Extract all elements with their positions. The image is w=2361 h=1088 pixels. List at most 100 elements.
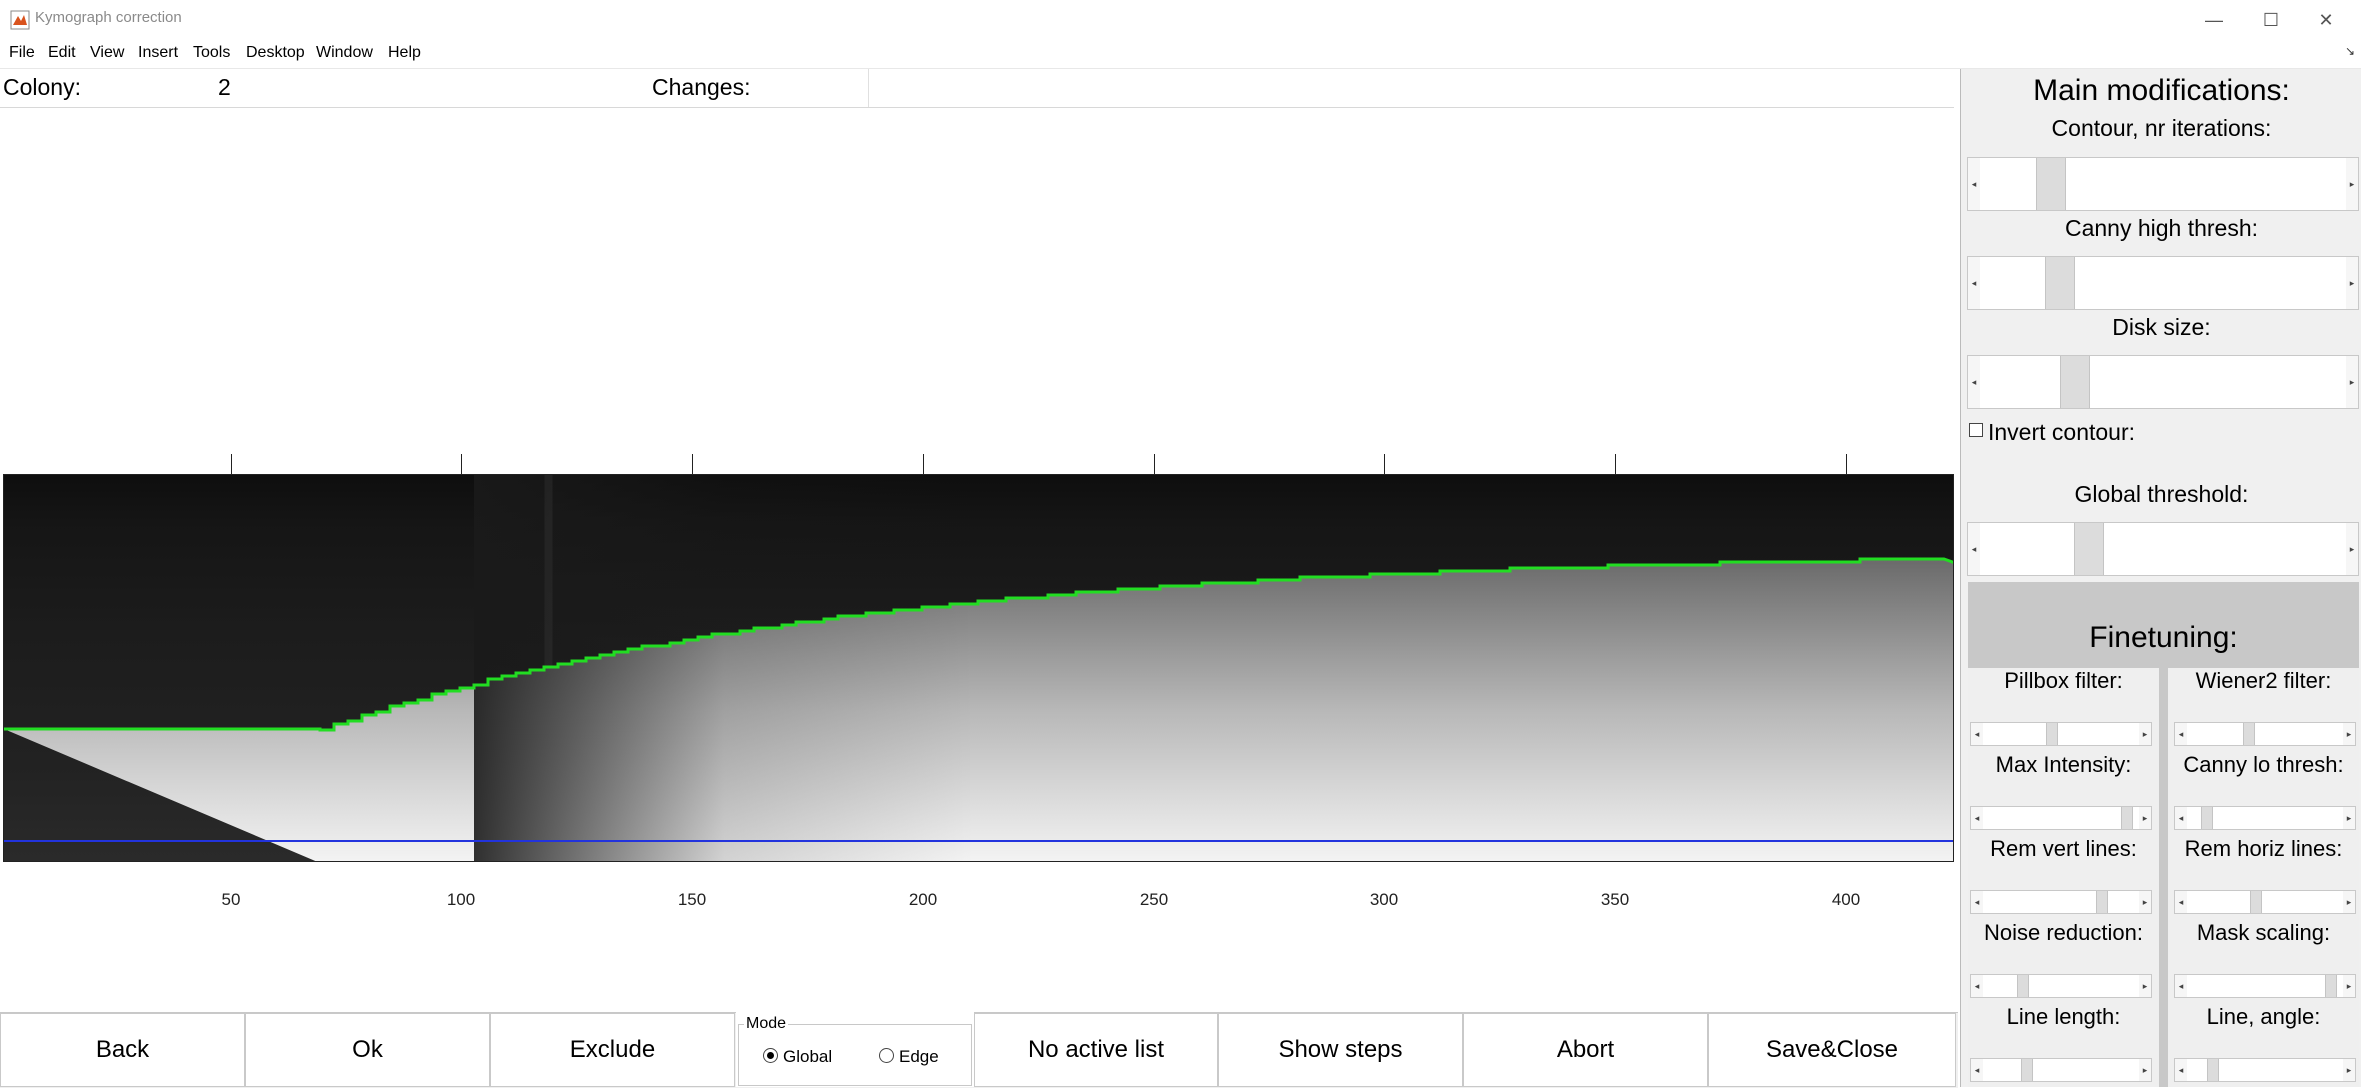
- slider-left-arrow[interactable]: ◂: [2175, 807, 2187, 829]
- line-angle-label: Line, angle:: [2206, 1004, 2321, 1029]
- slider-left-arrow[interactable]: ◂: [2175, 975, 2187, 997]
- slider-thumb[interactable]: [2201, 807, 2213, 829]
- slider-left-arrow[interactable]: ◂: [1968, 158, 1980, 210]
- x-tick: [923, 454, 924, 474]
- slider-right-arrow[interactable]: ▸: [2343, 891, 2355, 913]
- slider-right-arrow[interactable]: ▸: [2139, 891, 2151, 913]
- slider-right-arrow[interactable]: ▸: [2346, 158, 2358, 210]
- save-close-button[interactable]: Save&Close: [1708, 1013, 1956, 1087]
- mode-legend: Mode: [744, 1015, 789, 1033]
- rem-vert-slider[interactable]: ◂ ▸: [1970, 890, 2152, 914]
- slider-left-arrow[interactable]: ◂: [1971, 807, 1983, 829]
- plot-area: 50 100 150 200 250 300 350 400: [0, 108, 1958, 1010]
- minimize-button[interactable]: —: [2188, 4, 2240, 36]
- mode-group: Mode Global Edge: [736, 1012, 974, 1087]
- exclude-button[interactable]: Exclude: [490, 1013, 735, 1087]
- slider-thumb[interactable]: [2046, 723, 2058, 745]
- global-threshold-slider[interactable]: ◂ ▸: [1967, 522, 2359, 576]
- slider-right-arrow[interactable]: ▸: [2343, 975, 2355, 997]
- slider-right-arrow[interactable]: ▸: [2139, 807, 2151, 829]
- x-tick-label: 150: [677, 890, 707, 909]
- menu-bar: File Edit View Insert Tools Desktop Wind…: [0, 40, 2361, 69]
- matlab-icon: [10, 10, 30, 30]
- changes-field: [868, 69, 869, 107]
- mask-scaling-slider[interactable]: ◂ ▸: [2174, 974, 2356, 998]
- contour-iterations-slider[interactable]: ◂ ▸: [1967, 157, 2359, 211]
- slider-right-arrow[interactable]: ▸: [2343, 1059, 2355, 1081]
- no-active-list-button[interactable]: No active list: [974, 1013, 1218, 1087]
- abort-button[interactable]: Abort: [1463, 1013, 1708, 1087]
- maximize-button[interactable]: ☐: [2245, 4, 2297, 36]
- menu-insert[interactable]: Insert: [138, 44, 178, 62]
- slider-left-arrow[interactable]: ◂: [1971, 975, 1983, 997]
- slider-left-arrow[interactable]: ◂: [1971, 891, 1983, 913]
- kymograph-svg: [4, 475, 1953, 861]
- disk-size-slider[interactable]: ◂ ▸: [1967, 355, 2359, 409]
- menu-file[interactable]: File: [9, 44, 35, 62]
- colony-bar: Colony: 2 Changes:: [0, 69, 1954, 108]
- x-tick: [692, 454, 693, 474]
- disk-size-label: Disk size:: [2112, 314, 2211, 340]
- slider-left-arrow[interactable]: ◂: [1968, 523, 1980, 575]
- slider-right-arrow[interactable]: ▸: [2343, 723, 2355, 745]
- kymograph-image[interactable]: [3, 474, 1954, 862]
- menu-edit[interactable]: Edit: [48, 44, 76, 62]
- max-intensity-slider[interactable]: ◂ ▸: [1970, 806, 2152, 830]
- slider-left-arrow[interactable]: ◂: [1968, 356, 1980, 408]
- slider-thumb[interactable]: [2074, 523, 2104, 575]
- slider-thumb[interactable]: [2060, 356, 2090, 408]
- slider-right-arrow[interactable]: ▸: [2346, 356, 2358, 408]
- slider-thumb[interactable]: [2017, 975, 2029, 997]
- slider-right-arrow[interactable]: ▸: [2343, 807, 2355, 829]
- slider-right-arrow[interactable]: ▸: [2346, 523, 2358, 575]
- noise-reduction-slider[interactable]: ◂ ▸: [1970, 974, 2152, 998]
- slider-thumb[interactable]: [2036, 158, 2066, 210]
- close-button[interactable]: ✕: [2300, 4, 2352, 36]
- slider-thumb[interactable]: [2250, 891, 2262, 913]
- line-length-slider[interactable]: ◂ ▸: [1970, 1058, 2152, 1082]
- slider-left-arrow[interactable]: ◂: [1971, 723, 1983, 745]
- slider-left-arrow[interactable]: ◂: [2175, 891, 2187, 913]
- ok-button[interactable]: Ok: [245, 1013, 490, 1087]
- menu-window[interactable]: Window: [316, 44, 373, 62]
- wiener-slider[interactable]: ◂ ▸: [2174, 722, 2356, 746]
- show-steps-button[interactable]: Show steps: [1218, 1013, 1463, 1087]
- menu-tools[interactable]: Tools: [193, 44, 230, 62]
- slider-thumb[interactable]: [2045, 257, 2075, 309]
- canny-lo-slider[interactable]: ◂ ▸: [2174, 806, 2356, 830]
- menu-help[interactable]: Help: [388, 44, 421, 62]
- changes-label: Changes:: [652, 74, 751, 100]
- slider-left-arrow[interactable]: ◂: [1968, 257, 1980, 309]
- slider-left-arrow[interactable]: ◂: [1971, 1059, 1983, 1081]
- menu-desktop[interactable]: Desktop: [246, 44, 305, 62]
- title-bar: Kymograph correction — ☐ ✕: [0, 0, 2361, 40]
- slider-left-arrow[interactable]: ◂: [2175, 1059, 2187, 1081]
- slider-right-arrow[interactable]: ▸: [2139, 1059, 2151, 1081]
- pillbox-slider[interactable]: ◂ ▸: [1970, 722, 2152, 746]
- finetuning-title: Finetuning:: [2089, 621, 2238, 654]
- rem-horiz-slider[interactable]: ◂ ▸: [2174, 890, 2356, 914]
- window-title: Kymograph correction: [35, 9, 182, 26]
- dock-icon[interactable]: ↘: [2345, 44, 2355, 58]
- slider-thumb[interactable]: [2243, 723, 2255, 745]
- slider-thumb[interactable]: [2121, 807, 2133, 829]
- slider-right-arrow[interactable]: ▸: [2139, 975, 2151, 997]
- edge-radio[interactable]: [879, 1048, 894, 1063]
- slider-right-arrow[interactable]: ▸: [2346, 257, 2358, 309]
- line-angle-slider[interactable]: ◂ ▸: [2174, 1058, 2356, 1082]
- slider-thumb[interactable]: [2325, 975, 2337, 997]
- x-tick-label: 100: [446, 890, 476, 909]
- slider-thumb[interactable]: [2021, 1059, 2033, 1081]
- x-tick: [461, 454, 462, 474]
- slider-right-arrow[interactable]: ▸: [2139, 723, 2151, 745]
- menu-view[interactable]: View: [90, 44, 124, 62]
- slider-thumb[interactable]: [2096, 891, 2108, 913]
- invert-contour-checkbox[interactable]: [1969, 423, 1983, 437]
- canny-high-slider[interactable]: ◂ ▸: [1967, 256, 2359, 310]
- global-radio[interactable]: [763, 1048, 778, 1063]
- x-tick: [231, 454, 232, 474]
- slider-thumb[interactable]: [2207, 1059, 2219, 1081]
- x-tick-label: 200: [908, 890, 938, 909]
- back-button[interactable]: Back: [0, 1013, 245, 1087]
- slider-left-arrow[interactable]: ◂: [2175, 723, 2187, 745]
